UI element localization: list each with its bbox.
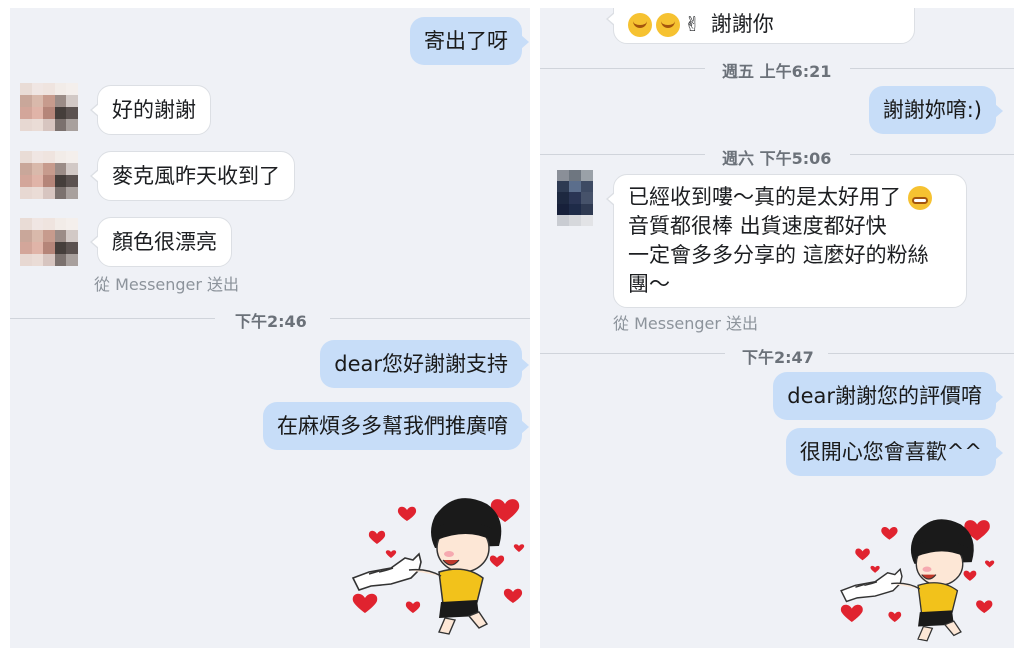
avatar[interactable] <box>557 170 593 226</box>
girl-icon <box>891 519 974 642</box>
divider <box>10 318 215 319</box>
girl-cat-sticker[interactable] <box>825 508 995 643</box>
chat-panel-right: ✌ 謝謝你 週五 上午6:21 謝謝妳唷:) 週六 下午5:06 已經收到嘍～真的… <box>540 8 1014 648</box>
incoming-message[interactable]: 麥克風昨天收到了 <box>90 151 295 201</box>
divider <box>540 353 725 354</box>
divider <box>850 154 1014 155</box>
incoming-message[interactable]: 已經收到嘍～真的是太好用了 音質都很棒 出貨速度都好快 一定會多多分享的 這麼好… <box>606 174 967 308</box>
message-text: 謝謝你 <box>710 12 774 36</box>
outgoing-message[interactable]: dear謝謝您的評價唷 <box>773 372 1003 420</box>
outgoing-message[interactable]: 很開心您會喜歡^^ <box>785 428 1004 476</box>
smile-emoji-icon <box>628 13 652 37</box>
sent-via-label: 從 Messenger 送出 <box>613 314 759 333</box>
cat-icon <box>351 552 422 591</box>
chat-panel-left: 寄出了呀 好的謝謝 麥克風昨天收到了 顏色很漂亮 從 Messenger 送出 … <box>10 8 530 648</box>
divider <box>540 68 705 69</box>
girl-icon <box>408 498 502 635</box>
outgoing-message[interactable]: 謝謝妳唷:) <box>868 86 1004 134</box>
outgoing-message[interactable]: 在麻煩多多幫我們推廣唷 <box>263 402 529 450</box>
message-line: 團～ <box>628 272 670 296</box>
smile-emoji-icon <box>656 13 680 37</box>
cat-icon <box>840 567 903 603</box>
timestamp: 週五 上午6:21 <box>722 62 832 81</box>
divider <box>828 353 1014 354</box>
divider <box>540 154 705 155</box>
incoming-message[interactable]: ✌ 謝謝你 <box>606 8 915 44</box>
divider <box>850 68 1014 69</box>
avatar[interactable] <box>20 83 78 131</box>
message-line: 音質都很棒 出貨速度都好快 <box>628 214 887 238</box>
incoming-message[interactable]: 顏色很漂亮 <box>90 217 232 267</box>
avatar[interactable] <box>20 218 78 266</box>
avatar[interactable] <box>20 151 78 199</box>
divider <box>330 318 530 319</box>
sent-via-label: 從 Messenger 送出 <box>94 275 240 294</box>
timestamp: 週六 下午5:06 <box>722 149 832 168</box>
girl-cat-sticker[interactable] <box>335 486 525 636</box>
timestamp: 下午2:47 <box>742 348 814 367</box>
timestamp: 下午2:46 <box>235 312 307 331</box>
message-line: 一定會多多分享的 這麼好的粉絲 <box>628 243 929 267</box>
incoming-message[interactable]: 好的謝謝 <box>90 85 211 135</box>
outgoing-message[interactable]: 寄出了呀 <box>410 17 529 65</box>
victory-hand-icon: ✌ <box>684 12 701 36</box>
message-line: 已經收到嘍～真的是太好用了 <box>628 185 901 209</box>
outgoing-message[interactable]: dear您好謝謝支持 <box>320 340 529 388</box>
grin-emoji-icon <box>907 186 932 210</box>
